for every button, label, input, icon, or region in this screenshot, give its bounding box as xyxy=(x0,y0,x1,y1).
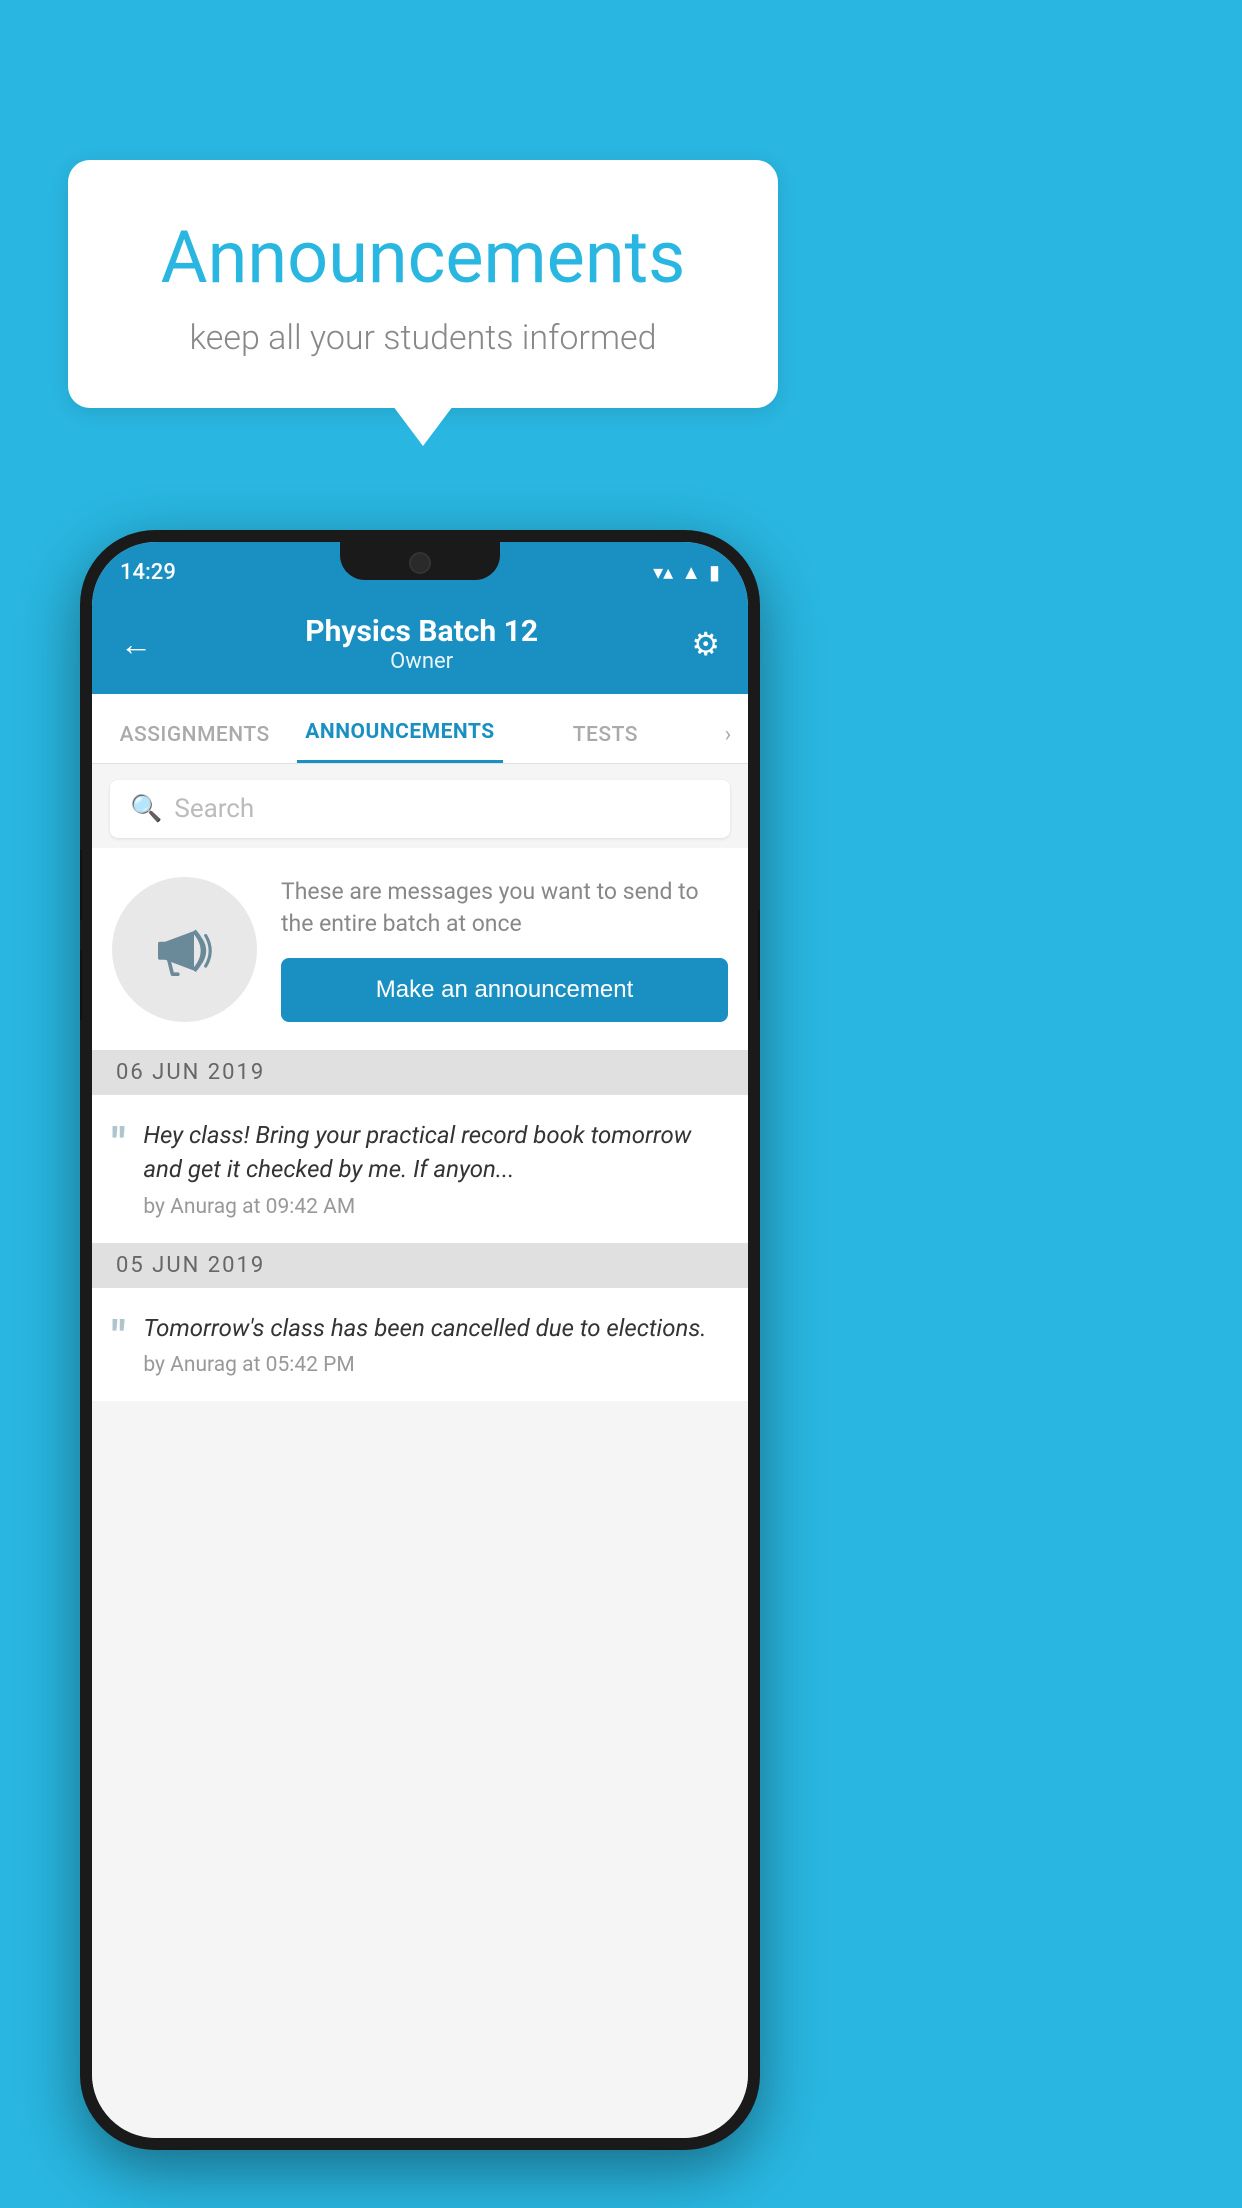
status-icons: ▾▴ ▲ ▮ xyxy=(653,560,720,585)
speech-bubble-title: Announcements xyxy=(128,215,718,300)
tab-assignments[interactable]: ASSIGNMENTS xyxy=(92,723,297,763)
announcement-item-2[interactable]: " Tomorrow's class has been cancelled du… xyxy=(92,1288,748,1402)
announcement-text-2: Tomorrow's class has been cancelled due … xyxy=(143,1312,728,1378)
search-bar[interactable]: 🔍 Search xyxy=(110,780,730,838)
date-divider-2: 05 JUN 2019 xyxy=(92,1243,748,1288)
app-bar: ← Physics Batch 12 Owner ⚙ xyxy=(92,594,748,694)
app-bar-title-group: Physics Batch 12 Owner xyxy=(305,614,538,674)
search-placeholder-text: Search xyxy=(174,794,254,824)
tab-tests[interactable]: TESTS xyxy=(503,723,708,763)
volume-up-button xyxy=(80,850,82,920)
phone-notch xyxy=(340,542,500,580)
announcement-meta-2: by Anurag at 05:42 PM xyxy=(143,1353,728,1377)
announcement-text-1: Hey class! Bring your practical record b… xyxy=(143,1119,728,1218)
phone-screen: 14:29 ▾▴ ▲ ▮ ← Physics Batch 12 Owner ⚙ … xyxy=(92,542,748,2138)
announcement-cta-content: These are messages you want to send to t… xyxy=(281,876,728,1022)
announcement-description: These are messages you want to send to t… xyxy=(281,876,728,940)
announcement-icon-circle xyxy=(112,877,257,1022)
announcement-item-1[interactable]: " Hey class! Bring your practical record… xyxy=(92,1095,748,1242)
phone-frame: 14:29 ▾▴ ▲ ▮ ← Physics Batch 12 Owner ⚙ … xyxy=(80,530,760,2150)
app-bar-subtitle: Owner xyxy=(305,649,538,674)
signal-icon: ▲ xyxy=(681,560,701,585)
megaphone-icon xyxy=(149,913,221,985)
tabs-more[interactable]: › xyxy=(708,722,748,763)
battery-icon: ▮ xyxy=(709,560,720,584)
date-divider-1: 06 JUN 2019 xyxy=(92,1050,748,1095)
announcement-message-2: Tomorrow's class has been cancelled due … xyxy=(143,1312,728,1346)
tabs-bar: ASSIGNMENTS ANNOUNCEMENTS TESTS › xyxy=(92,694,748,764)
power-button xyxy=(758,910,760,1000)
phone-camera xyxy=(409,552,431,574)
quote-icon-1: " xyxy=(112,1123,125,1165)
volume-down-button xyxy=(80,950,82,1020)
back-button[interactable]: ← xyxy=(120,625,152,663)
app-bar-title: Physics Batch 12 xyxy=(305,614,538,649)
announcement-message-1: Hey class! Bring your practical record b… xyxy=(143,1119,728,1186)
wifi-icon: ▾▴ xyxy=(653,560,673,584)
announcement-meta-1: by Anurag at 09:42 AM xyxy=(143,1195,728,1219)
content-area: 🔍 Search xyxy=(92,764,748,2138)
speech-bubble-subtitle: keep all your students informed xyxy=(128,318,718,358)
quote-icon-2: " xyxy=(112,1316,125,1358)
make-announcement-button[interactable]: Make an announcement xyxy=(281,958,728,1022)
speech-bubble-card: Announcements keep all your students inf… xyxy=(68,160,778,408)
tab-announcements[interactable]: ANNOUNCEMENTS xyxy=(297,720,502,763)
status-time: 14:29 xyxy=(120,560,176,585)
announcement-cta-section: These are messages you want to send to t… xyxy=(92,848,748,1050)
search-icon: 🔍 xyxy=(130,794,162,824)
settings-button[interactable]: ⚙ xyxy=(691,625,720,663)
